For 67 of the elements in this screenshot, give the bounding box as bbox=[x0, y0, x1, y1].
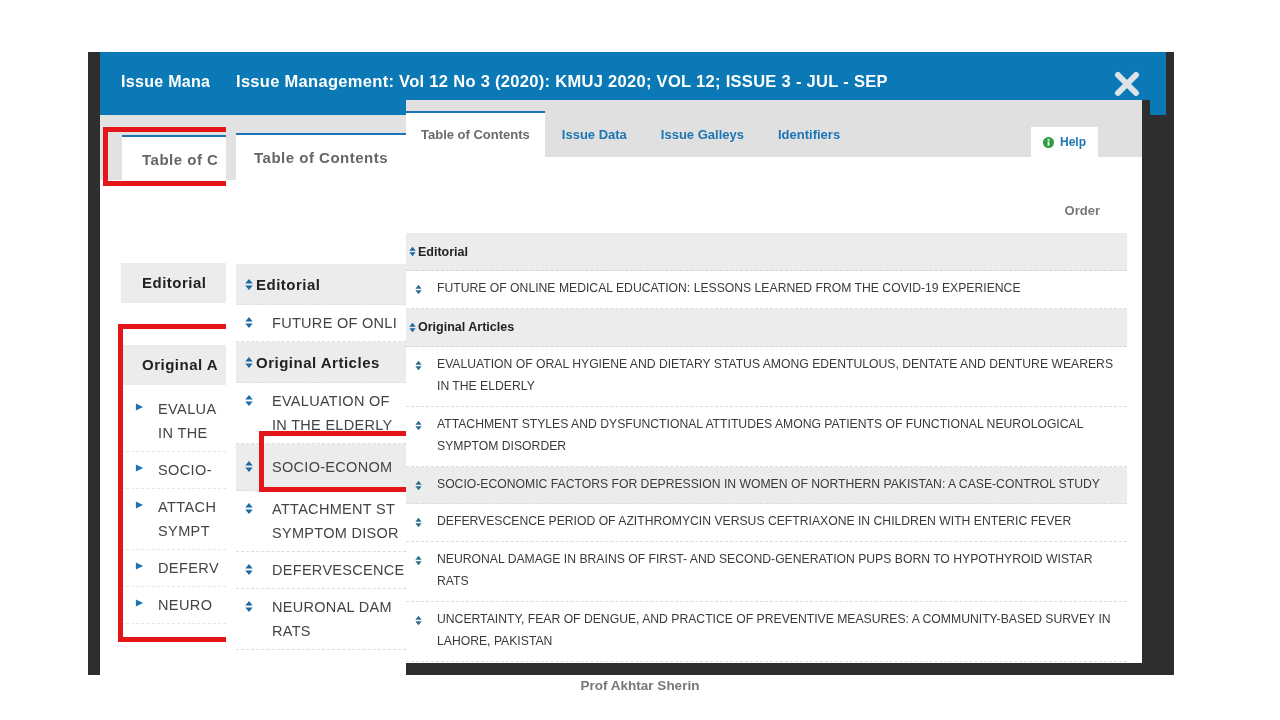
article-title: DEFERVESCENCE bbox=[272, 561, 405, 580]
article-row[interactable]: DEFERVESCENCE PERIOD OF AZITHROMYCIN VERSUS CEFTRIAXONE IN CHILDREN WITH ENTERIC FEVER bbox=[406, 504, 1127, 542]
expand-arrow-icon[interactable] bbox=[135, 598, 144, 608]
article-title: UNCERTAINTY, FEAR OF DENGUE, AND PRACTICE OF PREVENTIVE MEASURES: A COMMUNITY-BASED SURVEY IN LAHORE, PAKISTAN bbox=[437, 610, 1111, 650]
article-title[interactable]: EVALUA IN THE bbox=[158, 397, 217, 445]
article-title[interactable]: SOCIO- bbox=[158, 458, 212, 482]
info-icon bbox=[1043, 136, 1054, 148]
article-row[interactable]: EVALUATION OF ORAL HYGIENE AND DIETARY STATUS AMONG EDENTULOUS, DENTATE AND DENTURE WEARERS IN THE ELDERLY bbox=[406, 346, 1127, 407]
tab[interactable]: Table of Contents bbox=[236, 133, 406, 180]
window-title: Issue Mana bbox=[121, 72, 212, 91]
article-row[interactable]: SOCIO-ECONOMIC FACTORS FOR DEPRESSION IN WOMEN OF NORTHERN PAKISTAN: A CASE-CONTROL STUDY bbox=[406, 466, 1127, 504]
sort-icon[interactable] bbox=[244, 277, 254, 291]
sort-icon[interactable] bbox=[414, 614, 423, 626]
sort-icon[interactable] bbox=[414, 419, 423, 431]
tab[interactable]: Issue Galleys bbox=[643, 113, 761, 157]
expand-arrow-icon[interactable] bbox=[135, 463, 144, 473]
expand-arrow-icon[interactable] bbox=[135, 402, 144, 412]
sort-icon[interactable] bbox=[244, 600, 254, 613]
article-title: NEURONAL DAM RATS bbox=[272, 598, 392, 641]
article-title: FUTURE OF ONLINE MEDICAL EDUCATION: LESSONS LEARNED FROM THE COVID-19 EXPERIENCE bbox=[437, 280, 1021, 297]
expand-arrow-icon[interactable] bbox=[135, 500, 144, 510]
sort-icon[interactable] bbox=[414, 359, 423, 371]
help-button[interactable]: Help bbox=[1031, 127, 1098, 157]
article-title: ATTACHMENT STYLES AND DYSFUNCTIONAL ATTITUDES AMONG PATIENTS OF FUNCTIONAL NEUROLOGICAL SYMPTOM DISORDER bbox=[437, 415, 1084, 455]
article-title[interactable]: DEFERV bbox=[158, 556, 219, 580]
section-header: Editorial bbox=[121, 263, 226, 303]
expand-arrow-icon[interactable] bbox=[135, 561, 144, 571]
article-title: SOCIO-ECONOM bbox=[272, 458, 393, 477]
sort-icon[interactable] bbox=[244, 394, 254, 407]
section-title: Original Articles bbox=[256, 353, 380, 371]
sort-icon[interactable] bbox=[408, 246, 417, 257]
article-title: DEFERVESCENCE PERIOD OF AZITHROMYCIN VERSUS CEFTRIAXONE IN CHILDREN WITH ENTERIC FEVER bbox=[437, 513, 1072, 530]
article-title: ATTACHMENT ST SYMPTOM DISOR bbox=[272, 500, 399, 543]
sort-icon[interactable] bbox=[408, 321, 417, 333]
column-header: Order bbox=[1064, 203, 1100, 220]
section-header: Original A bbox=[121, 345, 226, 385]
article-row[interactable]: ATTACHMENT STYLES AND DYSFUNCTIONAL ATTITUDES AMONG PATIENTS OF FUNCTIONAL NEUROLOGICAL SYMPTOM DISORDER bbox=[406, 406, 1127, 467]
sort-icon[interactable] bbox=[414, 284, 423, 295]
article-title[interactable]: ATTACH SYMPT bbox=[158, 495, 217, 543]
sort-icon[interactable] bbox=[244, 460, 254, 473]
section-title: Original Articles bbox=[418, 320, 515, 334]
article-title: FUTURE OF ONLI bbox=[272, 314, 398, 333]
close-icon[interactable] bbox=[1114, 70, 1140, 97]
section-title: Editorial bbox=[418, 244, 468, 259]
window-title: Issue Management: Vol 12 No 3 (2020): KMUJ 2020; VOL 12; ISSUE 3 - JUL - SEP bbox=[236, 72, 888, 91]
sort-icon[interactable] bbox=[244, 563, 254, 576]
author-credit: Prof Akhtar Sherin bbox=[579, 678, 701, 693]
tab[interactable]: Table of Contents bbox=[406, 111, 545, 157]
tab[interactable]: Identifiers bbox=[761, 113, 858, 157]
sort-icon[interactable] bbox=[414, 479, 423, 491]
sort-icon[interactable] bbox=[244, 502, 254, 515]
sort-icon[interactable] bbox=[414, 517, 423, 528]
article-title[interactable]: NEURO bbox=[158, 593, 213, 617]
article-title: EVALUATION OF ORAL HYGIENE AND DIETARY STATUS AMONG EDENTULOUS, DENTATE AND DENTURE WEARERS IN THE ELDERLY bbox=[437, 355, 1114, 395]
tab[interactable]: Table of C bbox=[122, 135, 226, 180]
tab[interactable]: Issue Data bbox=[544, 113, 644, 157]
article-row[interactable]: UNCERTAINTY, FEAR OF DENGUE, AND PRACTICE OF PREVENTIVE MEASURES: A COMMUNITY-BASED SURVEY IN LAHORE, PAKISTAN bbox=[406, 601, 1127, 662]
sort-icon[interactable] bbox=[414, 554, 423, 566]
article-title: NEURONAL DAMAGE IN BRAINS OF FIRST- AND SECOND-GENERATION PUPS BORN TO HYPOTHYROID WISTAR RATS bbox=[437, 550, 1093, 590]
section-title: Editorial bbox=[256, 275, 321, 293]
article-title: SOCIO-ECONOMIC FACTORS FOR DEPRESSION IN WOMEN OF NORTHERN PAKISTAN: A CASE-CONTROL STUDY bbox=[437, 475, 1100, 493]
sort-icon[interactable] bbox=[244, 355, 254, 369]
sort-icon[interactable] bbox=[244, 316, 254, 329]
article-row[interactable]: NEURONAL DAMAGE IN BRAINS OF FIRST- AND SECOND-GENERATION PUPS BORN TO HYPOTHYROID WISTAR RATS bbox=[406, 541, 1127, 602]
article-title: EVALUATION OF IN THE ELDERLY bbox=[272, 392, 393, 435]
article-row[interactable]: FUTURE OF ONLINE MEDICAL EDUCATION: LESSONS LEARNED FROM THE COVID-19 EXPERIENCE bbox=[406, 271, 1127, 309]
article-row[interactable]: SOCIO-ECONOM bbox=[236, 444, 406, 491]
